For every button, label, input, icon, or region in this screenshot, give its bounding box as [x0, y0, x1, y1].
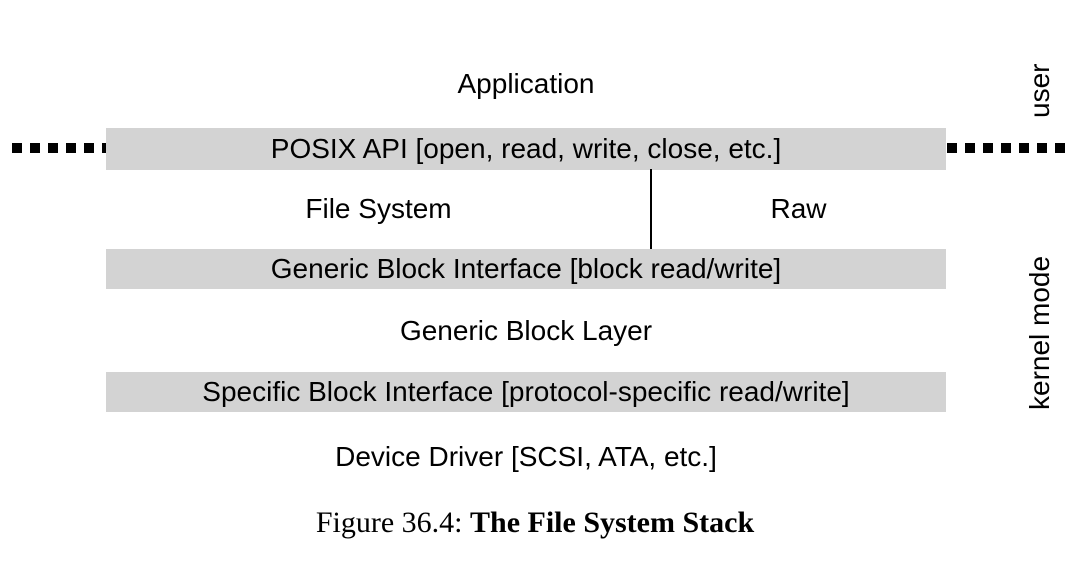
- interface-specific-block: Specific Block Interface [protocol-speci…: [106, 372, 946, 412]
- boundary-dot: [965, 143, 975, 153]
- boundary-dot: [66, 143, 76, 153]
- layer-generic-block-layer: Generic Block Layer: [399, 315, 653, 346]
- layer-raw: Raw: [770, 193, 827, 224]
- boundary-dot: [48, 143, 58, 153]
- interface-posix-api: POSIX API [open, read, write, close, etc…: [106, 128, 946, 170]
- layer-application: Application: [457, 68, 595, 99]
- layer-device-driver: Device Driver [SCSI, ATA, etc.]: [335, 441, 717, 472]
- user-kernel-boundary-right: [947, 143, 1065, 153]
- boundary-dot: [1037, 143, 1047, 153]
- boundary-dot: [30, 143, 40, 153]
- file-system-stack-diagram: Application POSIX API [open, read, write…: [0, 0, 1070, 580]
- side-label-user: user: [1024, 63, 1055, 118]
- boundary-dot: [983, 143, 993, 153]
- interface-posix-api-label: POSIX API [open, read, write, close, etc…: [270, 133, 782, 164]
- figure-caption-prefix: Figure 36.4:: [315, 506, 470, 539]
- boundary-dot: [1019, 143, 1029, 153]
- figure-caption: Figure 36.4: The File System Stack: [0, 508, 1070, 538]
- raw-path-connector-line: [650, 169, 652, 250]
- interface-specific-block-label: Specific Block Interface [protocol-speci…: [202, 376, 850, 407]
- figure-caption-title: The File System Stack: [470, 506, 755, 539]
- layer-filesystem-raw-row: File System Raw: [0, 194, 1070, 224]
- layer-file-system: File System: [305, 193, 452, 224]
- user-kernel-boundary-left: [12, 143, 112, 153]
- boundary-dot: [84, 143, 94, 153]
- interface-generic-block-label: Generic Block Interface [block read/writ…: [270, 253, 782, 284]
- boundary-dot: [1001, 143, 1011, 153]
- side-label-kernel-mode: kernel mode: [1024, 255, 1055, 410]
- boundary-dot: [1055, 143, 1065, 153]
- boundary-dot: [12, 143, 22, 153]
- boundary-dot: [947, 143, 957, 153]
- interface-generic-block: Generic Block Interface [block read/writ…: [106, 249, 946, 289]
